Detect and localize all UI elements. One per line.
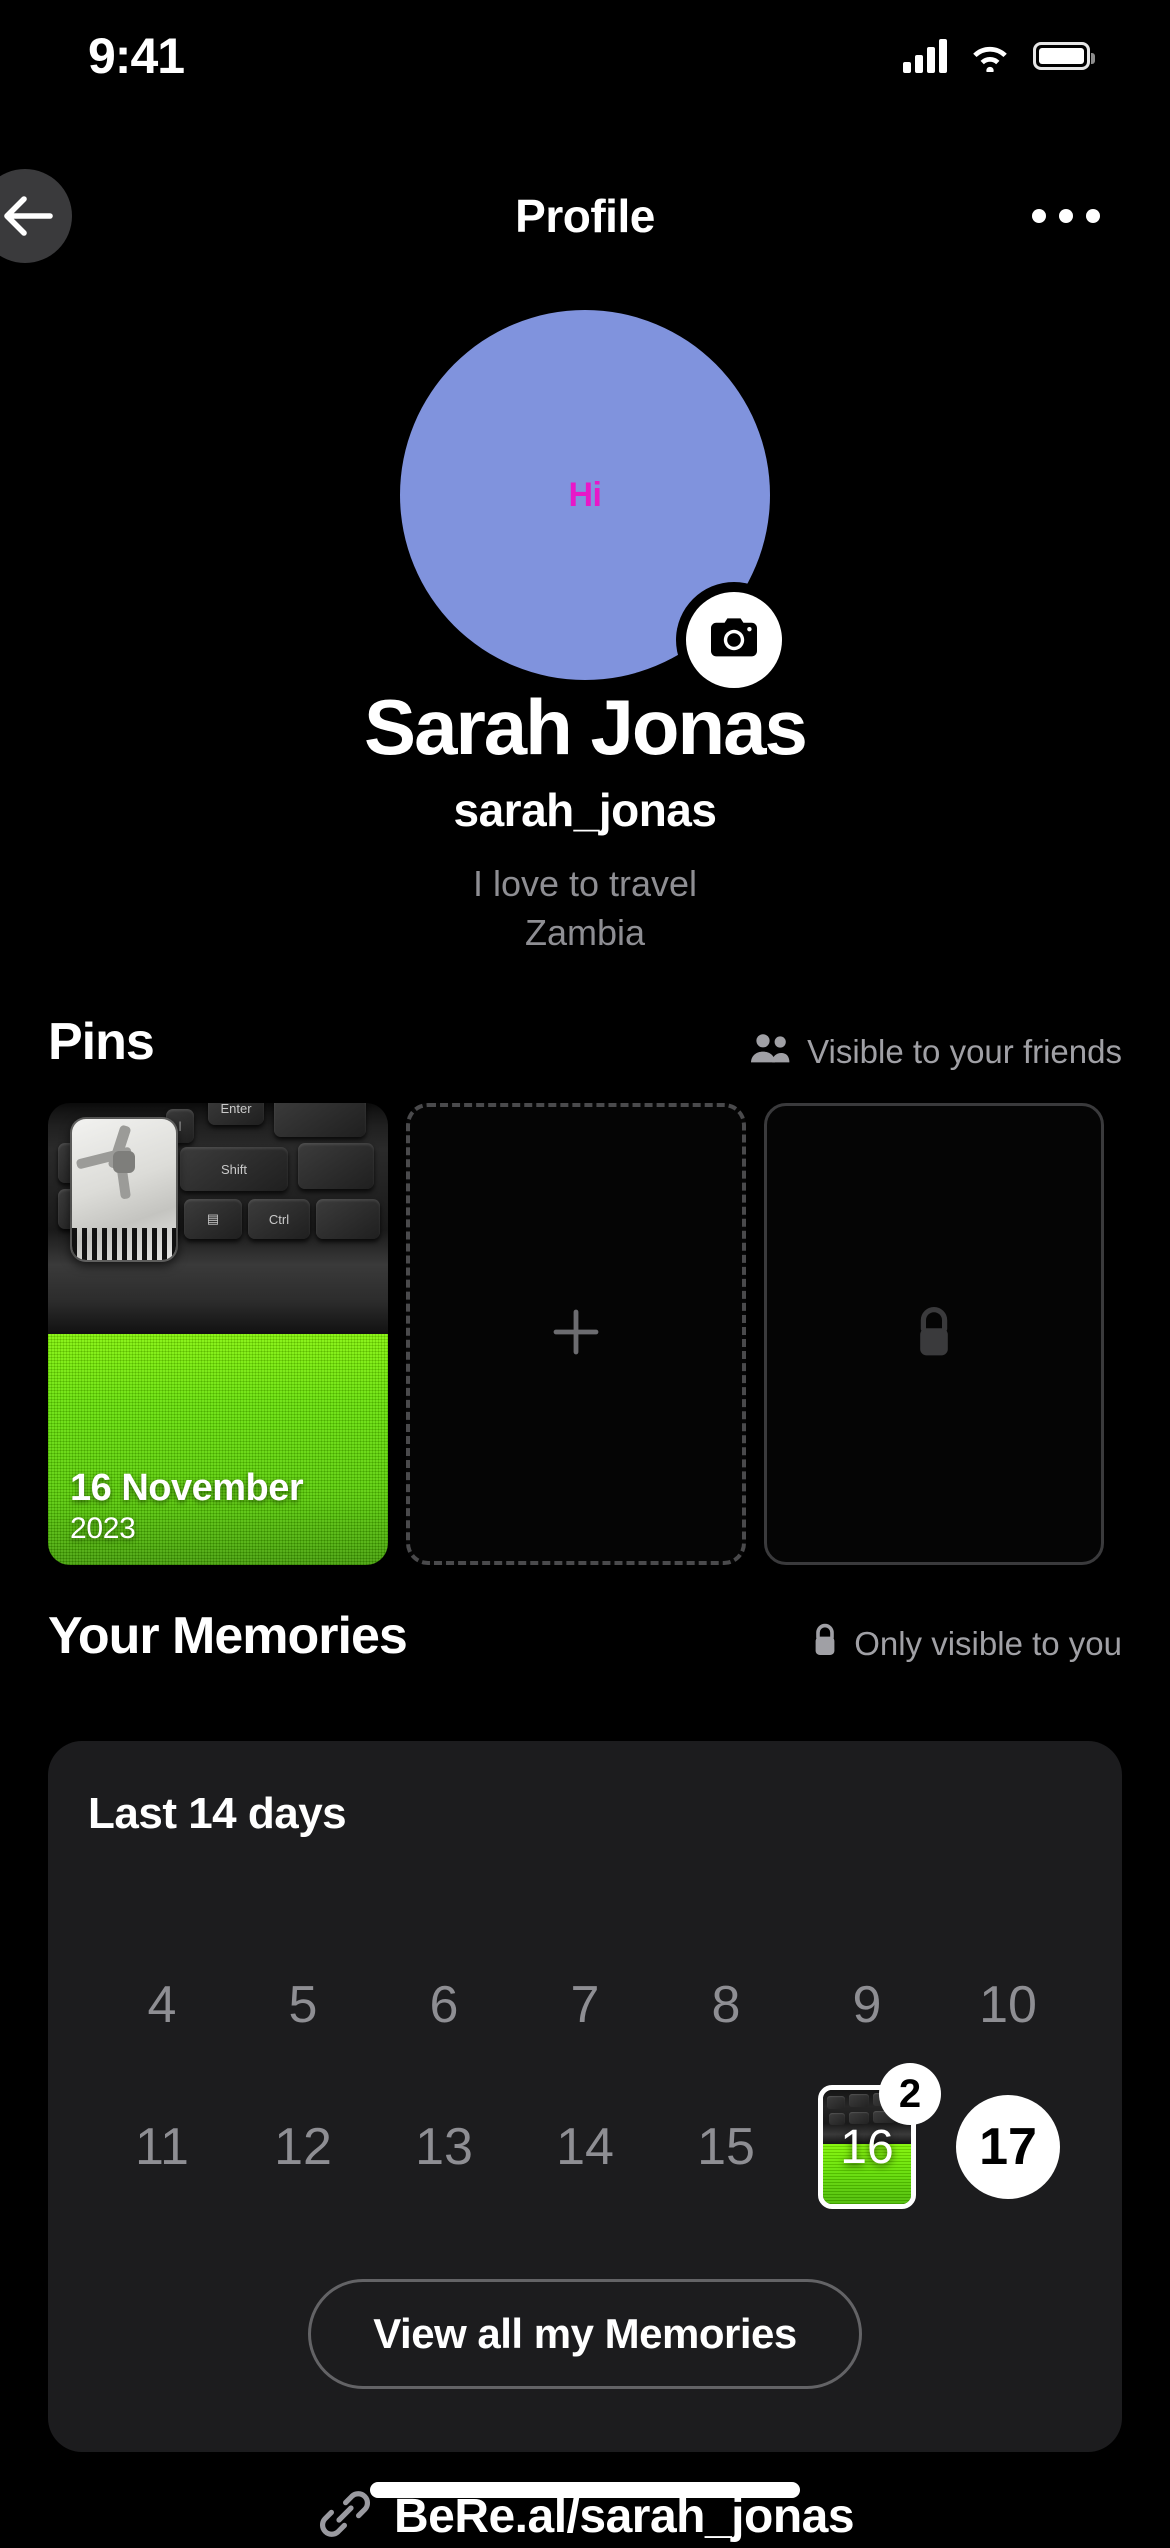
calendar-day[interactable]: 11 (110, 2087, 214, 2207)
change-photo-button[interactable] (686, 592, 782, 688)
avatar-section: Hi (0, 310, 1170, 688)
pin-inset-photo (70, 1117, 178, 1262)
profile-location: Zambia (524, 912, 646, 954)
plus-icon (549, 1305, 603, 1364)
pins-title: Pins (48, 1013, 155, 1071)
pin-card-add[interactable] (406, 1103, 746, 1565)
profile-bio: I love to travel (472, 863, 698, 905)
people-icon (749, 1032, 793, 1072)
memories-title: Your Memories (48, 1607, 408, 1665)
page-title: Profile (515, 190, 655, 242)
calendar-day[interactable]: 10 (956, 1945, 1060, 2065)
pins-visibility: Visible to your friends (749, 1032, 1122, 1072)
view-all-memories-button[interactable]: View all my Memories (308, 2279, 862, 2389)
profile-identity: Sarah Jonas sarah_jonas I love to travel… (0, 683, 1170, 955)
status-bar-icons (903, 39, 1095, 73)
calendar-day[interactable]: 15 (674, 2087, 778, 2207)
pins-grid: Enter | Shift ? ⊞ ▤ Ctrl < 16 November 2… (0, 1103, 1170, 1565)
calendar-day[interactable]: 8 (674, 1945, 778, 2065)
pin-date: 16 November 2023 (70, 1467, 304, 1547)
pins-visibility-label: Visible to your friends (807, 1033, 1122, 1070)
calendar-day[interactable]: 9 (815, 1945, 919, 2065)
battery-full-icon (1033, 42, 1095, 70)
avatar-container: Hi (400, 310, 782, 688)
home-indicator[interactable] (370, 2482, 800, 2498)
calendar-row-2: 11 12 13 14 15 16 2 17 (88, 2063, 1082, 2209)
calendar-day-today[interactable]: 17 (956, 2095, 1060, 2199)
more-options-icon[interactable] (1022, 189, 1110, 243)
status-bar: 9:41 (0, 0, 1170, 112)
wifi-icon (969, 40, 1011, 72)
avatar-placeholder-text: Hi (568, 475, 603, 514)
pins-section-header: Pins Visible to your friends (0, 1012, 1170, 1072)
view-all-wrapper: View all my Memories (88, 2279, 1082, 2389)
calendar-day[interactable]: 4 (110, 1945, 214, 2065)
memories-section-header: Your Memories Only visible to you (0, 1606, 1170, 1666)
calendar-day[interactable]: 6 (392, 1945, 496, 2065)
pin-card-photo[interactable]: Enter | Shift ? ⊞ ▤ Ctrl < 16 November 2… (48, 1103, 388, 1565)
calendar-day-with-memory[interactable]: 16 2 (815, 2063, 941, 2209)
memories-visibility-label: Only visible to you (854, 1625, 1122, 1662)
profile-username: sarah_jonas (453, 783, 717, 836)
lock-icon (909, 1303, 959, 1366)
calendar-day[interactable]: 12 (251, 2087, 355, 2207)
nav-header: Profile (0, 168, 1170, 264)
memory-count-badge: 2 (879, 2063, 941, 2125)
lock-icon (810, 1622, 840, 1666)
calendar-day[interactable]: 7 (533, 1945, 637, 2065)
cellular-signal-icon (903, 39, 947, 73)
link-icon (316, 2485, 374, 2548)
memories-card-title: Last 14 days (88, 1789, 347, 1838)
calendar-day[interactable]: 13 (392, 2087, 496, 2207)
pin-date-year: 2023 (70, 1512, 136, 1545)
profile-name: Sarah Jonas (364, 683, 808, 771)
calendar-day[interactable]: 5 (251, 1945, 355, 2065)
memories-visibility: Only visible to you (810, 1622, 1122, 1666)
pin-date-day: 16 November (70, 1467, 304, 1510)
calendar-day[interactable]: 14 (533, 2087, 637, 2207)
camera-icon (709, 616, 759, 665)
memories-card: Last 14 days 4 5 6 7 8 9 10 11 12 13 14 … (48, 1741, 1122, 2452)
calendar-row-1: 4 5 6 7 8 9 10 (88, 1945, 1082, 2065)
pin-card-locked[interactable] (764, 1103, 1104, 1565)
status-bar-time: 9:41 (88, 28, 185, 84)
